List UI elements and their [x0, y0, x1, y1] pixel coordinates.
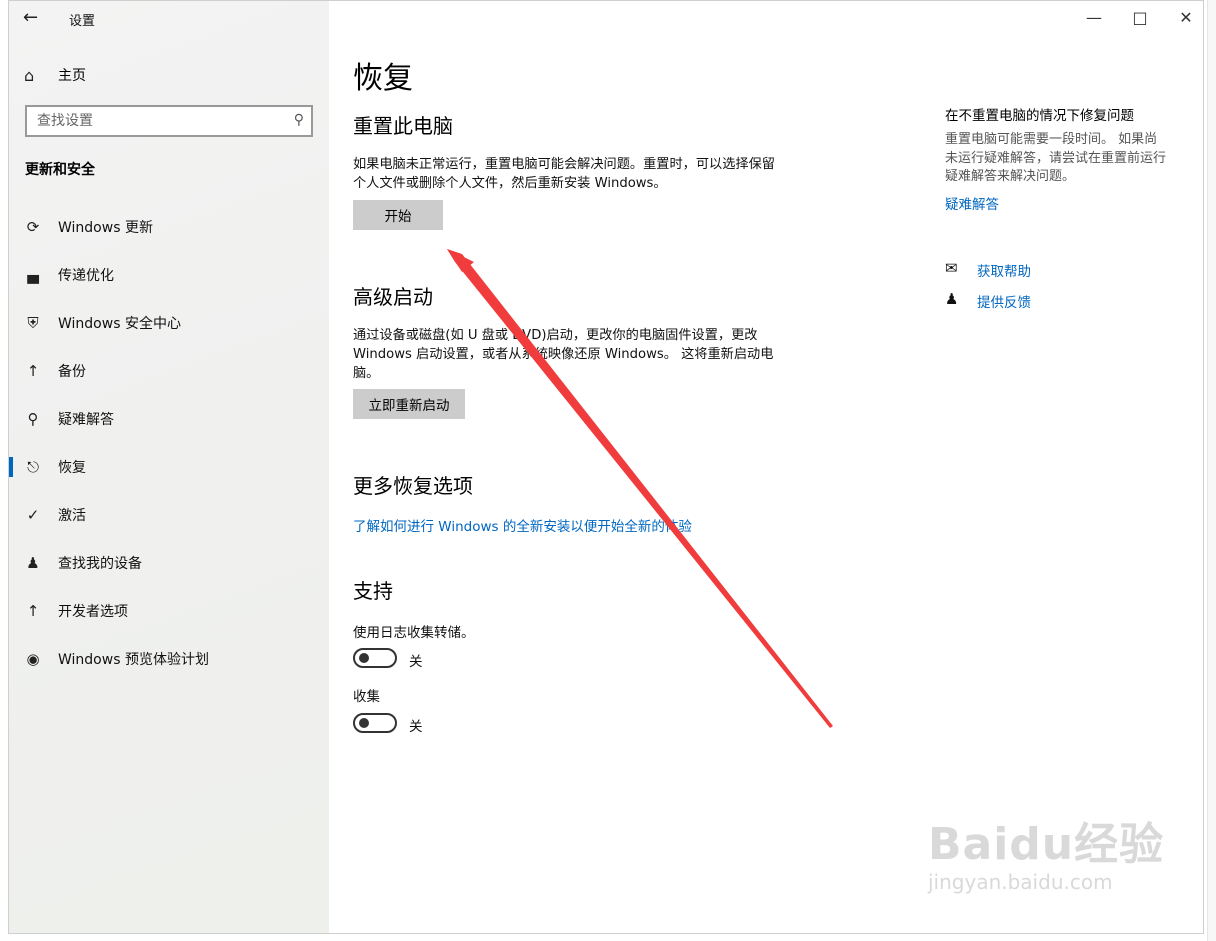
sidebar-item-label: Windows 预览体验计划 [58, 652, 209, 668]
sidebar-item-activation[interactable]: ✓ 激活 [9, 491, 329, 539]
get-help-link[interactable]: 获取帮助 [977, 260, 1031, 280]
log-collection-label: 使用日志收集转储。 [353, 625, 475, 641]
sidebar-item-label: 查找我的设备 [58, 556, 142, 572]
settings-window: ← 设置 ⌂ 主页 ⚲ 更新和安全 ⟳ Windows 更新 ▄ 传递优化 ⛨ … [8, 0, 1204, 934]
collect-label: 收集 [353, 689, 380, 705]
sidebar-item-developer[interactable]: ↑ 开发者选项 [9, 587, 329, 635]
reset-desc-line: 个人文件或删除个人文件，然后重新安装 Windows。 [353, 176, 667, 191]
collect-toggle[interactable] [353, 713, 397, 733]
search-icon[interactable]: ⚲ [294, 112, 304, 128]
advanced-startup-heading: 高级启动 [353, 285, 433, 309]
support-heading: 支持 [353, 579, 393, 603]
sidebar: ← 设置 ⌂ 主页 ⚲ 更新和安全 ⟳ Windows 更新 ▄ 传递优化 ⛨ … [9, 1, 329, 933]
home-label: 主页 [58, 68, 86, 84]
insider-cat-icon: ◉ [26, 650, 40, 668]
restart-now-button[interactable]: 立即重新启动 [353, 389, 465, 419]
sidebar-item-backup[interactable]: ↑ 备份 [9, 347, 329, 395]
maximize-icon[interactable]: □ [1125, 5, 1155, 31]
recovery-icon: ⎋ [27, 458, 39, 476]
related-title: 在不重置电脑的情况下修复问题 [945, 108, 1134, 124]
find-device-icon: ♟ [26, 554, 40, 572]
sidebar-item-insider[interactable]: ◉ Windows 预览体验计划 [9, 635, 329, 683]
toggle-knob [359, 718, 369, 728]
more-options-heading: 更多恢复选项 [353, 474, 473, 498]
page-title: 恢复 [353, 61, 413, 96]
reset-description: 如果电脑未正常运行，重置电脑可能会解决问题。重置时，可以选择保留 个人文件或删除… [353, 155, 813, 193]
minimize-icon[interactable]: — [1079, 5, 1109, 31]
watermark: Baidu经验 jingyan.baidu.com [928, 808, 1164, 894]
advanced-description: 通过设备或磁盘(如 U 盘或 DVD)启动，更改你的电脑固件设置，更改 Wind… [353, 326, 813, 383]
sidebar-item-delivery-optimization[interactable]: ▄ 传递优化 [9, 251, 329, 299]
toggle-knob [359, 653, 369, 663]
related-desc-line: 重置电脑可能需要一段时间。 如果尚 [945, 132, 1158, 147]
related-desc-line: 疑难解答来解决问题。 [945, 169, 1076, 184]
background-edge [1207, 0, 1216, 941]
back-arrow-icon[interactable]: ← [23, 7, 45, 29]
log-collection-state: 关 [409, 654, 423, 670]
section-title: 更新和安全 [25, 162, 95, 178]
advanced-desc-line: 脑。 [353, 366, 380, 381]
sidebar-item-windows-update[interactable]: ⟳ Windows 更新 [9, 203, 329, 251]
sidebar-item-label: Windows 安全中心 [58, 316, 181, 332]
sidebar-item-find-device[interactable]: ♟ 查找我的设备 [9, 539, 329, 587]
sidebar-item-label: 备份 [58, 364, 86, 380]
get-help-icon: ✉ [945, 259, 958, 277]
sidebar-item-troubleshoot[interactable]: ⚲ 疑难解答 [9, 395, 329, 443]
search-box[interactable]: ⚲ [25, 105, 313, 137]
log-collection-toggle[interactable] [353, 648, 397, 668]
advanced-desc-line: Windows 启动设置，或者从系统映像还原 Windows。 这将重新启动电 [353, 347, 774, 362]
wrench-icon: ⚲ [27, 410, 39, 428]
developer-tools-icon: ↑ [26, 602, 40, 620]
close-icon[interactable]: ✕ [1171, 5, 1201, 31]
sidebar-item-label: 传递优化 [58, 268, 114, 284]
sidebar-item-label: 恢复 [58, 460, 86, 476]
app-title: 设置 [69, 14, 96, 29]
collect-state: 关 [409, 719, 423, 735]
backup-arrow-icon: ↑ [26, 362, 40, 380]
watermark-brand: Baidu经验 [928, 819, 1165, 870]
watermark-url: jingyan.baidu.com [928, 870, 1113, 894]
search-input[interactable] [35, 107, 279, 135]
sidebar-home[interactable]: ⌂ 主页 [24, 63, 86, 87]
troubleshoot-link[interactable]: 疑难解答 [945, 193, 999, 213]
sidebar-item-label: 开发者选项 [58, 604, 128, 620]
sidebar-nav: ⟳ Windows 更新 ▄ 传递优化 ⛨ Windows 安全中心 ↑ 备份 … [9, 203, 329, 683]
sidebar-item-security-center[interactable]: ⛨ Windows 安全中心 [9, 299, 329, 347]
feedback-icon: ♟ [945, 290, 959, 308]
advanced-desc-line: 通过设备或磁盘(如 U 盘或 DVD)启动，更改你的电脑固件设置，更改 [353, 328, 758, 343]
related-description: 重置电脑可能需要一段时间。 如果尚 未运行疑难解答，请尝试在重置前运行 疑难解答… [945, 131, 1187, 187]
feedback-link[interactable]: 提供反馈 [977, 291, 1031, 311]
sidebar-item-label: Windows 更新 [58, 220, 153, 236]
reset-heading: 重置此电脑 [353, 114, 453, 138]
sidebar-item-label: 疑难解答 [58, 412, 114, 428]
sidebar-item-recovery[interactable]: ⎋ 恢复 [9, 443, 329, 491]
reset-start-button[interactable]: 开始 [353, 200, 443, 230]
shield-icon: ⛨ [27, 314, 39, 332]
clean-install-link[interactable]: 了解如何进行 Windows 的全新安装以便开始全新的体验 [353, 515, 692, 535]
delivery-optimization-icon: ▄ [27, 266, 39, 284]
reset-desc-line: 如果电脑未正常运行，重置电脑可能会解决问题。重置时，可以选择保留 [353, 157, 775, 172]
home-icon: ⌂ [24, 65, 35, 85]
sidebar-item-label: 激活 [58, 508, 86, 524]
related-desc-line: 未运行疑难解答，请尝试在重置前运行 [945, 150, 1167, 166]
sync-icon: ⟳ [26, 218, 40, 236]
check-circle-icon: ✓ [26, 506, 40, 524]
